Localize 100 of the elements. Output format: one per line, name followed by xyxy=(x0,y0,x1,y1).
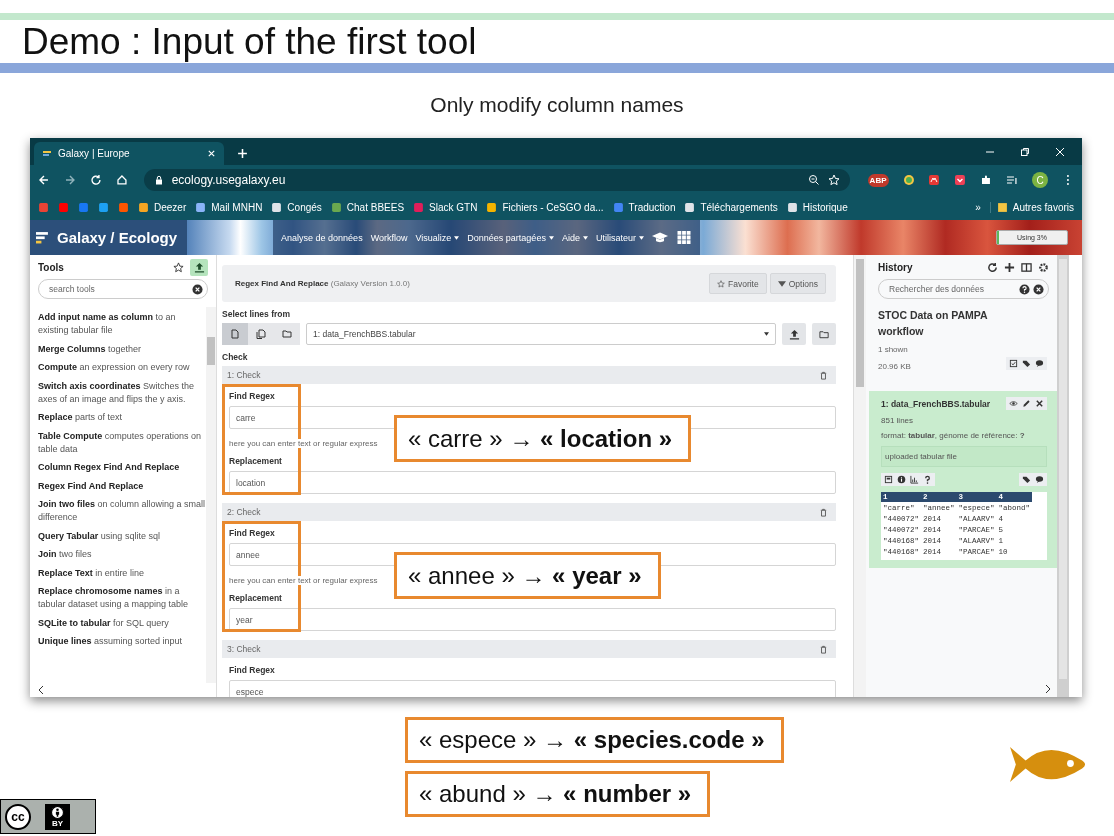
clear-icon[interactable] xyxy=(192,283,203,295)
tool-link[interactable]: Compute an expression on every row xyxy=(38,361,206,374)
shown-count: 1 shown xyxy=(878,345,909,354)
bookmark-icon[interactable] xyxy=(98,202,109,213)
star-icon[interactable] xyxy=(173,261,184,273)
more-bookmarks-button[interactable]: » xyxy=(975,202,981,213)
browser-tab[interactable]: Galaxy | Europe xyxy=(34,142,224,165)
bookmark[interactable]: Slack GTN xyxy=(413,202,478,213)
question-icon[interactable] xyxy=(923,475,932,484)
upload-button[interactable] xyxy=(190,258,208,276)
bookmark[interactable]: Autres favoris xyxy=(989,202,1074,213)
new-tab-icon[interactable] xyxy=(237,148,248,159)
eye-icon[interactable] xyxy=(1009,399,1018,408)
bookmark[interactable]: Congés xyxy=(271,202,322,213)
comment-icon[interactable] xyxy=(1035,475,1044,484)
slide-subtitle: Only modify column names xyxy=(430,93,684,117)
close-icon[interactable] xyxy=(1035,399,1044,408)
text-field[interactable]: year xyxy=(229,608,836,631)
pocket-icon[interactable] xyxy=(954,174,967,186)
tool-link[interactable]: Replace chromosome names in a tabular dataset using a mapping table xyxy=(38,585,206,611)
pencil-icon[interactable] xyxy=(1022,399,1031,408)
dataset-card[interactable] xyxy=(869,391,1057,568)
tool-link[interactable]: Replace parts of text xyxy=(38,411,206,424)
tool-link[interactable]: Column Regex Find And Replace xyxy=(38,461,206,474)
dataset-tags[interactable] xyxy=(1019,473,1047,486)
tool-link[interactable]: Merge Columns together xyxy=(38,342,206,356)
info-icon[interactable] xyxy=(897,475,906,484)
bookmark[interactable]: Téléchargements xyxy=(684,202,778,213)
tool-link[interactable]: Join two files xyxy=(38,548,206,561)
scrollbar[interactable] xyxy=(1057,255,1069,697)
grid-icon[interactable] xyxy=(675,231,692,244)
bookmark[interactable]: Fichiers - CeSGO da... xyxy=(486,202,604,213)
tool-link[interactable]: Query Tabular using sqlite sql xyxy=(38,529,206,543)
nav-menu-item[interactable]: Workflow xyxy=(370,232,408,243)
chevron-right-icon[interactable] xyxy=(1045,684,1051,694)
repeat-header: 2: Check xyxy=(222,503,836,521)
tool-link[interactable]: Replace Text in entire line xyxy=(38,566,206,580)
bookmark[interactable]: Traduction xyxy=(612,202,676,213)
panel-title: History xyxy=(878,261,913,273)
dataset-actions[interactable] xyxy=(1006,397,1047,410)
tool-link[interactable]: SQLite to tabular for SQL query xyxy=(38,616,206,630)
tool-button[interactable]: Options xyxy=(769,273,826,294)
help-icon[interactable] xyxy=(1019,283,1030,295)
save-icon[interactable] xyxy=(884,475,893,484)
address-bar[interactable]: ecology.usegalaxy.eu xyxy=(143,169,850,191)
upload-button[interactable] xyxy=(782,323,806,345)
dataset-lines: 851 lines xyxy=(881,416,915,425)
galaxy-logo-icon xyxy=(36,231,49,244)
scrollbar[interactable] xyxy=(853,255,866,697)
brand-link[interactable]: Galaxy / Ecology xyxy=(30,220,188,255)
bookmark[interactable]: Mail MNHN xyxy=(195,202,263,213)
home-icon[interactable] xyxy=(115,174,128,186)
comment-icon[interactable] xyxy=(1035,359,1044,368)
tool-button[interactable]: Favorite xyxy=(709,273,767,294)
bookmark[interactable]: Historique xyxy=(786,202,848,213)
caret-icon xyxy=(638,235,644,240)
settings-icon[interactable] xyxy=(1038,261,1049,273)
tag-icon[interactable] xyxy=(1022,359,1031,368)
nav-menu-item[interactable]: Utilisateur xyxy=(595,232,644,243)
nav-menu-item[interactable]: Analyse de données xyxy=(281,232,363,243)
text-field[interactable]: location xyxy=(229,471,836,494)
dataset-title[interactable]: 1: data_FrenchBBS.tabular xyxy=(881,398,991,409)
refresh-icon[interactable] xyxy=(987,261,998,273)
columns-icon[interactable] xyxy=(1021,261,1032,273)
bookmark-icon[interactable] xyxy=(58,202,69,213)
bookmark[interactable]: Chat BBEES xyxy=(330,202,405,213)
dataset-tools[interactable] xyxy=(881,473,935,486)
tool-link[interactable]: Switch axis coordinates Switches the axes of an image and flips the y axis. xyxy=(38,379,206,406)
nav-menu-item[interactable]: Aide xyxy=(561,232,588,243)
clear-icon[interactable] xyxy=(1033,283,1044,295)
globe-icon[interactable] xyxy=(902,174,915,186)
bookmark[interactable]: Deezer xyxy=(138,202,187,213)
back-arrow-icon[interactable] xyxy=(38,174,50,186)
chevron-left-icon[interactable] xyxy=(38,685,44,695)
playlist-icon[interactable] xyxy=(1006,174,1019,186)
extension-badge[interactable]: ABP xyxy=(867,173,889,187)
source-toggle[interactable] xyxy=(222,323,248,345)
chart-icon[interactable] xyxy=(910,475,919,484)
zoom-icon[interactable] xyxy=(807,174,820,186)
reload-icon[interactable] xyxy=(89,174,102,186)
dataset-select[interactable]: 1: data_FrenchBBS.tabular xyxy=(306,323,776,345)
tool-link[interactable]: Unique lines assuming sorted input xyxy=(38,635,206,648)
text-field[interactable]: espece xyxy=(229,680,836,697)
tag-icon[interactable] xyxy=(1022,475,1031,484)
forward-arrow-icon[interactable] xyxy=(63,174,76,186)
history-actions[interactable] xyxy=(1006,357,1047,370)
scrollbar[interactable] xyxy=(206,307,216,683)
tool-link[interactable]: Regex Find And Replace xyxy=(38,479,206,493)
graduation-cap-icon[interactable] xyxy=(651,231,668,244)
tool-link[interactable]: Table Compute computes operations on table data xyxy=(38,429,206,456)
browse-button[interactable] xyxy=(812,323,836,345)
restore-icon[interactable] xyxy=(1020,147,1030,157)
tool-link[interactable]: Add input name as column to an existing tabular file xyxy=(38,311,206,337)
extension-icon[interactable] xyxy=(928,174,941,186)
checkbox-icon[interactable] xyxy=(1009,359,1018,368)
nav-menu-item[interactable]: Données partagées xyxy=(467,232,554,243)
tool-link[interactable]: Join two files on column allowing a small difference xyxy=(38,498,206,524)
nav-menu-item[interactable]: Visualize xyxy=(415,232,460,243)
bookmark-icon[interactable] xyxy=(118,202,129,213)
plus-icon[interactable] xyxy=(1004,261,1015,273)
